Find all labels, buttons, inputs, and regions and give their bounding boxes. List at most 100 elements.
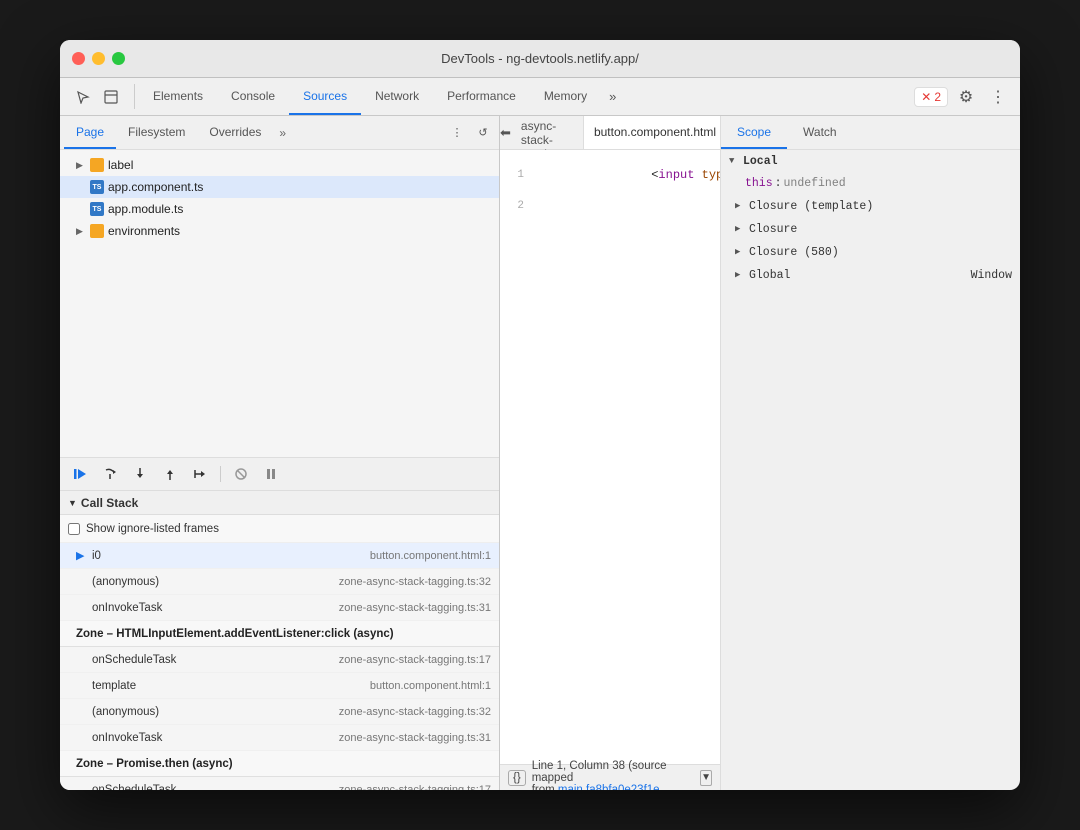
- stack-frame-i0[interactable]: ▶ i0 button.component.html:1: [60, 543, 499, 569]
- cursor-icon[interactable]: [70, 84, 96, 110]
- stack-frame-oninvoketask-2[interactable]: onInvokeTask zone-async-stack-tagging.ts…: [60, 725, 499, 751]
- env-folder-icon: [90, 224, 104, 238]
- tab-performance[interactable]: Performance: [433, 78, 530, 115]
- debugger-toolbar: [60, 457, 499, 491]
- tree-item-app-module[interactable]: TS app.module.ts: [60, 198, 499, 220]
- tab-console[interactable]: Console: [217, 78, 289, 115]
- devtools-window: DevTools - ng-devtools.netlify.app/ Elem…: [60, 40, 1020, 790]
- tree-item-label-folder[interactable]: ▶ label: [60, 154, 499, 176]
- scope-this-row: this : undefined: [721, 172, 1020, 194]
- stack-frame-anonymous-2[interactable]: (anonymous) zone-async-stack-tagging.ts:…: [60, 699, 499, 725]
- tab-bar-icons: [64, 78, 130, 115]
- scope-closure-template: ▶ Closure (template): [721, 195, 1020, 218]
- tree-item-environments[interactable]: ▶ environments: [60, 220, 499, 242]
- tab-more-button[interactable]: »: [601, 78, 624, 115]
- ignore-frames-row: Show ignore-listed frames: [60, 515, 499, 543]
- stack-frame-template[interactable]: template button.component.html:1: [60, 673, 499, 699]
- ignore-frames-checkbox[interactable]: [68, 523, 80, 535]
- scope-closure-580: ▶ Closure (580): [721, 241, 1020, 264]
- ts-file-icon: TS: [90, 180, 104, 194]
- call-stack-arrow-icon: ▼: [68, 498, 77, 508]
- dock-icon[interactable]: [98, 84, 124, 110]
- env-folder-arrow-icon: ▶: [76, 226, 86, 237]
- editor-tab-zone-async[interactable]: zone-async-stack-tagging.ts: [511, 116, 584, 149]
- right-area: ⬅ zone-async-stack-tagging.ts button.com…: [500, 116, 1020, 790]
- left-panel: Page Filesystem Overrides » ⋮ ↺: [60, 116, 500, 790]
- more-options-button[interactable]: ⋮: [984, 83, 1012, 111]
- file-tree: ▶ label TS app.component.ts TS app.modul…: [60, 150, 499, 457]
- line-number-2: 2: [500, 200, 532, 212]
- step-out-button[interactable]: [158, 462, 182, 486]
- resume-button[interactable]: [68, 462, 92, 486]
- tab-separator: [134, 84, 135, 109]
- close-button[interactable]: [72, 52, 85, 65]
- scroll-indicator[interactable]: ▼: [700, 770, 712, 786]
- editor-tabs: ⬅ zone-async-stack-tagging.ts button.com…: [500, 116, 720, 150]
- current-frame-arrow-icon: ▶: [76, 549, 88, 562]
- scope-global-value: Window: [971, 269, 1012, 282]
- deactivate-button[interactable]: [229, 462, 253, 486]
- ignore-frames-label: Show ignore-listed frames: [86, 523, 219, 535]
- format-toggle[interactable]: {}: [508, 770, 526, 786]
- status-bar: {} Line 1, Column 38 (source mapped from…: [500, 764, 720, 790]
- scope-tab-scope[interactable]: Scope: [721, 116, 787, 149]
- code-editor: 1 <input type="button" value={{label}} (…: [500, 150, 720, 764]
- sub-tab-filesystem[interactable]: Filesystem: [116, 116, 197, 149]
- scope-global-header[interactable]: ▶ Global Window: [721, 264, 1020, 286]
- sub-tab-overrides[interactable]: Overrides: [197, 116, 273, 149]
- minimize-button[interactable]: [92, 52, 105, 65]
- scope-panel: Scope Watch ▼ Local this: [720, 116, 1020, 790]
- editor-back-button[interactable]: ⬅: [500, 116, 511, 149]
- scope-tabs: Scope Watch: [721, 116, 1020, 150]
- folder-icon: [90, 158, 104, 172]
- title-bar: DevTools - ng-devtools.netlify.app/: [60, 40, 1020, 78]
- zone-header-2: Zone – Promise.then (async): [60, 751, 499, 777]
- maximize-button[interactable]: [112, 52, 125, 65]
- scope-local-section: ▼ Local this : undefined: [721, 150, 1020, 195]
- source-map-link[interactable]: main.fa8bfa0e23f1e: [558, 784, 660, 791]
- closure-arrow-icon: ▶: [735, 224, 745, 234]
- tab-network[interactable]: Network: [361, 78, 433, 115]
- traffic-lights: [72, 52, 125, 65]
- editor-tab-button-component[interactable]: button.component.html ✕: [584, 116, 720, 149]
- step-over-button[interactable]: [98, 462, 122, 486]
- call-stack-panel: ▼ Call Stack Show ignore-listed frames ▶…: [60, 491, 499, 790]
- stack-frame-oninvoketask-1[interactable]: onInvokeTask zone-async-stack-tagging.ts…: [60, 595, 499, 621]
- step-button[interactable]: [188, 462, 212, 486]
- new-file-button[interactable]: ⋮: [445, 121, 469, 145]
- settings-button[interactable]: ⚙: [952, 83, 980, 111]
- tree-item-app-component[interactable]: TS app.component.ts: [60, 176, 499, 198]
- main-content: Page Filesystem Overrides » ⋮ ↺: [60, 116, 1020, 790]
- status-text: Line 1, Column 38 (source mapped from ma…: [532, 760, 694, 791]
- folder-arrow-icon: ▶: [76, 160, 86, 171]
- closure-template-arrow-icon: ▶: [735, 201, 745, 211]
- scope-local-header[interactable]: ▼ Local: [721, 150, 1020, 172]
- sub-tabs: Page Filesystem Overrides » ⋮ ↺: [60, 116, 499, 150]
- scope-closure-header[interactable]: ▶ Closure: [721, 218, 1020, 240]
- tab-sources[interactable]: Sources: [289, 78, 361, 115]
- scope-content: ▼ Local this : undefined ▶ Clo: [721, 150, 1020, 790]
- tab-memory[interactable]: Memory: [530, 78, 601, 115]
- sub-tab-more-button[interactable]: »: [273, 116, 292, 149]
- closure-580-arrow-icon: ▶: [735, 247, 745, 257]
- stack-frame-onscheduletask-2[interactable]: onScheduleTask zone-async-stack-tagging.…: [60, 777, 499, 790]
- stack-frame-onscheduletask-1[interactable]: onScheduleTask zone-async-stack-tagging.…: [60, 647, 499, 673]
- step-into-button[interactable]: [128, 462, 152, 486]
- scope-closure-580-header[interactable]: ▶ Closure (580): [721, 241, 1020, 263]
- call-stack-header[interactable]: ▼ Call Stack: [60, 491, 499, 515]
- scope-closure-template-header[interactable]: ▶ Closure (template): [721, 195, 1020, 217]
- scope-tab-watch[interactable]: Watch: [787, 116, 853, 149]
- refresh-button[interactable]: ↺: [471, 121, 495, 145]
- local-arrow-icon: ▼: [729, 156, 739, 166]
- line-content-1[interactable]: <input type="button" value={{label}} (cl…: [532, 154, 720, 196]
- toolbar-separator-1: [220, 466, 221, 482]
- error-badge[interactable]: ✕ 2: [914, 87, 948, 107]
- tab-bar: Elements Console Sources Network Perform…: [60, 78, 1020, 116]
- tab-right-icons: ✕ 2 ⚙ ⋮: [914, 78, 1016, 115]
- sub-tab-page[interactable]: Page: [64, 116, 116, 149]
- window-title: DevTools - ng-devtools.netlify.app/: [441, 51, 639, 66]
- pause-on-exceptions-button[interactable]: [259, 462, 283, 486]
- stack-frame-anonymous-1[interactable]: (anonymous) zone-async-stack-tagging.ts:…: [60, 569, 499, 595]
- ts-file-icon-2: TS: [90, 202, 104, 216]
- tab-elements[interactable]: Elements: [139, 78, 217, 115]
